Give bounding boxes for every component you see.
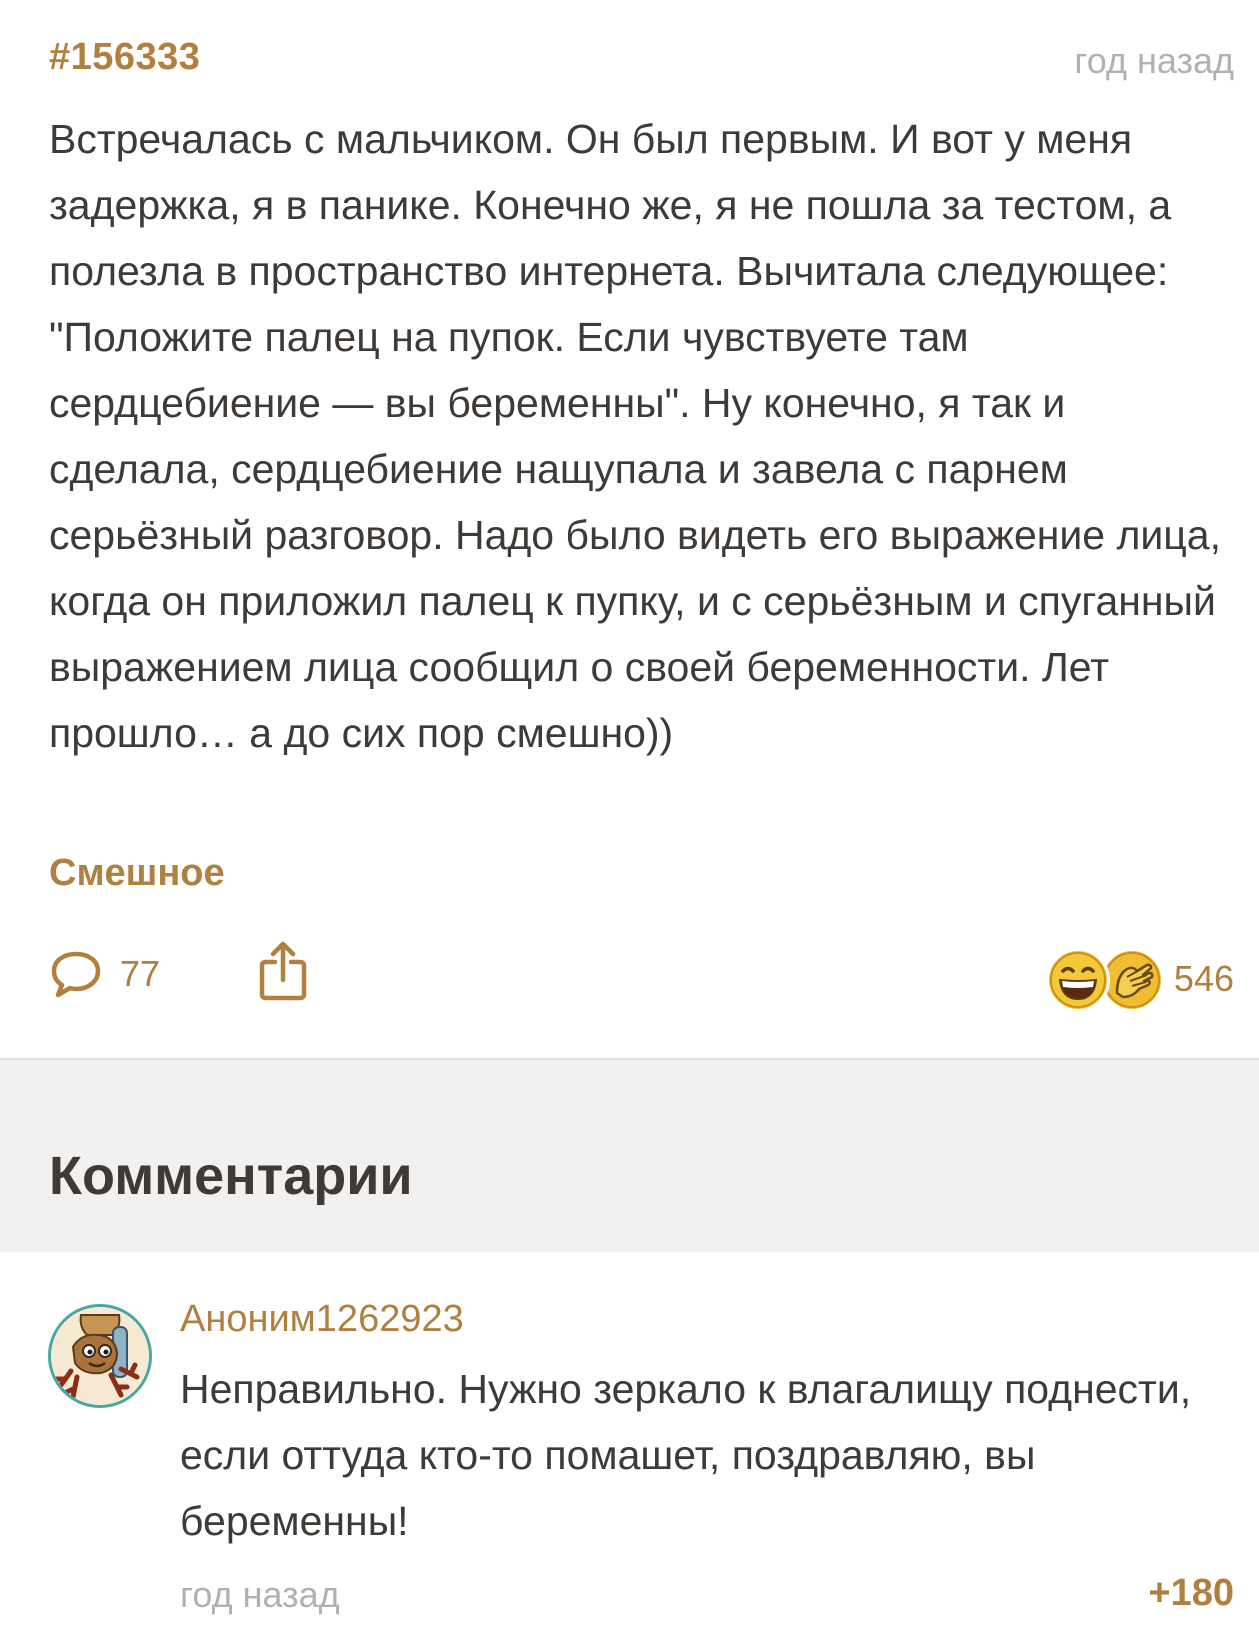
comment-text: Неправильно. Нужно зеркало к влагалищу п… [180,1366,1192,1544]
reaction-count: 546 [1173,958,1234,999]
laughing-emoji-icon [1045,948,1110,1012]
avatar[interactable] [48,1304,152,1408]
comment-bubble-icon [50,950,102,998]
comment-score[interactable]: +180 [1148,1572,1234,1615]
comments-title: Комментарии [49,1146,413,1206]
reaction-emojis [1045,948,1168,1012]
post-tag[interactable]: Смешное [49,852,225,895]
reactions-button[interactable]: 546 [1045,948,1234,1012]
post-text: Встречалась с мальчиком. Он был первым. … [49,116,1221,756]
post-card: #156333 год назад Встречалась с мальчико… [0,0,1259,1058]
comment-timestamp: год назад [180,1574,340,1615]
post-timestamp: год назад [1074,40,1234,81]
share-icon [258,941,308,1006]
comment-author[interactable]: Аноним1262923 [180,1298,464,1341]
comments-header: Комментарии [0,1060,1259,1252]
comments-button[interactable]: 77 [50,950,160,998]
comment-item: Аноним1262923 Неправильно. Нужно зеркало… [0,1252,1259,1645]
post-actions: 77 546 [0,940,1259,1012]
post-id[interactable]: #156333 [49,36,200,79]
comment-count: 77 [120,953,161,994]
share-button[interactable] [258,940,308,1007]
cartoon-avatar-icon [51,1307,149,1405]
